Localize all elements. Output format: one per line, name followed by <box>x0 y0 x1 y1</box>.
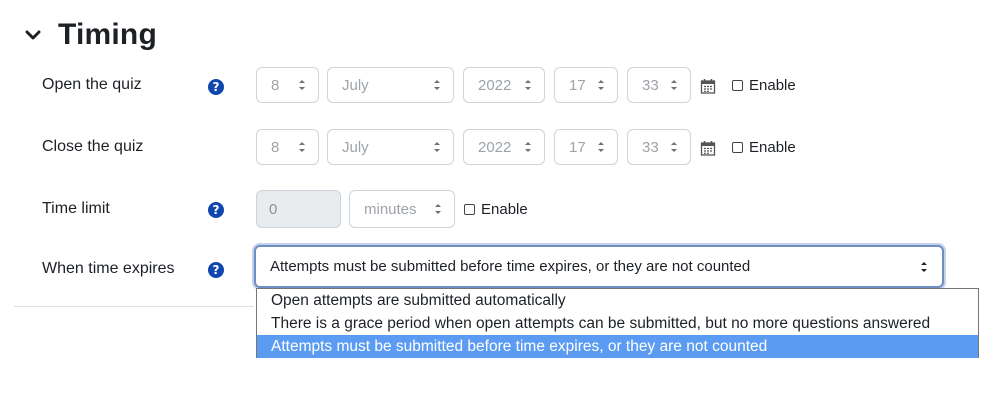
updown-arrow-icon <box>525 142 531 152</box>
updown-arrow-icon <box>598 80 604 90</box>
updown-arrow-icon <box>434 142 440 152</box>
checkbox-box[interactable] <box>464 204 475 215</box>
close-year-select[interactable]: 2022 <box>463 129 545 165</box>
dropdown-option-selected[interactable]: Attempts must be submitted before time e… <box>257 335 978 358</box>
updown-arrow-icon <box>671 142 677 152</box>
when-expires-select[interactable]: Attempts must be submitted before time e… <box>254 245 944 288</box>
checkbox-box[interactable] <box>732 80 743 91</box>
time-limit-enable-checkbox[interactable]: Enable <box>464 201 528 218</box>
close-hour-select[interactable]: 17 <box>554 129 618 165</box>
updown-arrow-icon <box>435 204 441 214</box>
close-quiz-label: Close the quiz <box>42 138 144 155</box>
checkbox-box[interactable] <box>732 142 743 153</box>
updown-arrow-icon <box>921 261 927 272</box>
help-icon[interactable]: ? <box>208 262 224 278</box>
close-day-select[interactable]: 8 <box>256 129 319 165</box>
open-enable-checkbox[interactable]: Enable <box>732 77 796 94</box>
section-divider <box>14 306 254 307</box>
updown-arrow-icon <box>671 80 677 90</box>
time-limit-unit-select[interactable]: minutes <box>349 190 455 228</box>
when-expires-dropdown[interactable]: Open attempts are submitted automaticall… <box>256 288 979 358</box>
updown-arrow-icon <box>598 142 604 152</box>
open-year-select[interactable]: 2022 <box>463 67 545 103</box>
close-month-select[interactable]: July <box>327 129 454 165</box>
calendar-icon[interactable] <box>700 78 716 94</box>
time-limit-input[interactable]: 0 <box>256 190 341 228</box>
open-quiz-label: Open the quiz <box>42 76 142 93</box>
open-hour-select[interactable]: 17 <box>554 67 618 103</box>
open-month-select[interactable]: July <box>327 67 454 103</box>
dropdown-option[interactable]: There is a grace period when open attemp… <box>257 312 978 335</box>
updown-arrow-icon <box>299 142 305 152</box>
updown-arrow-icon <box>434 80 440 90</box>
open-minute-select[interactable]: 33 <box>627 67 691 103</box>
updown-arrow-icon <box>299 80 305 90</box>
time-limit-label: Time limit <box>42 200 110 217</box>
dropdown-option[interactable]: Open attempts are submitted automaticall… <box>257 289 978 312</box>
help-icon[interactable]: ? <box>208 202 224 218</box>
section-header-timing[interactable]: Timing <box>22 18 157 52</box>
calendar-icon[interactable] <box>700 140 716 156</box>
close-enable-checkbox[interactable]: Enable <box>732 139 796 156</box>
close-minute-select[interactable]: 33 <box>627 129 691 165</box>
section-title: Timing <box>58 18 157 51</box>
chevron-down-icon[interactable] <box>22 24 44 46</box>
help-icon[interactable]: ? <box>208 79 224 95</box>
open-day-select[interactable]: 8 <box>256 67 319 103</box>
updown-arrow-icon <box>525 80 531 90</box>
when-expires-label: When time expires <box>42 260 175 277</box>
